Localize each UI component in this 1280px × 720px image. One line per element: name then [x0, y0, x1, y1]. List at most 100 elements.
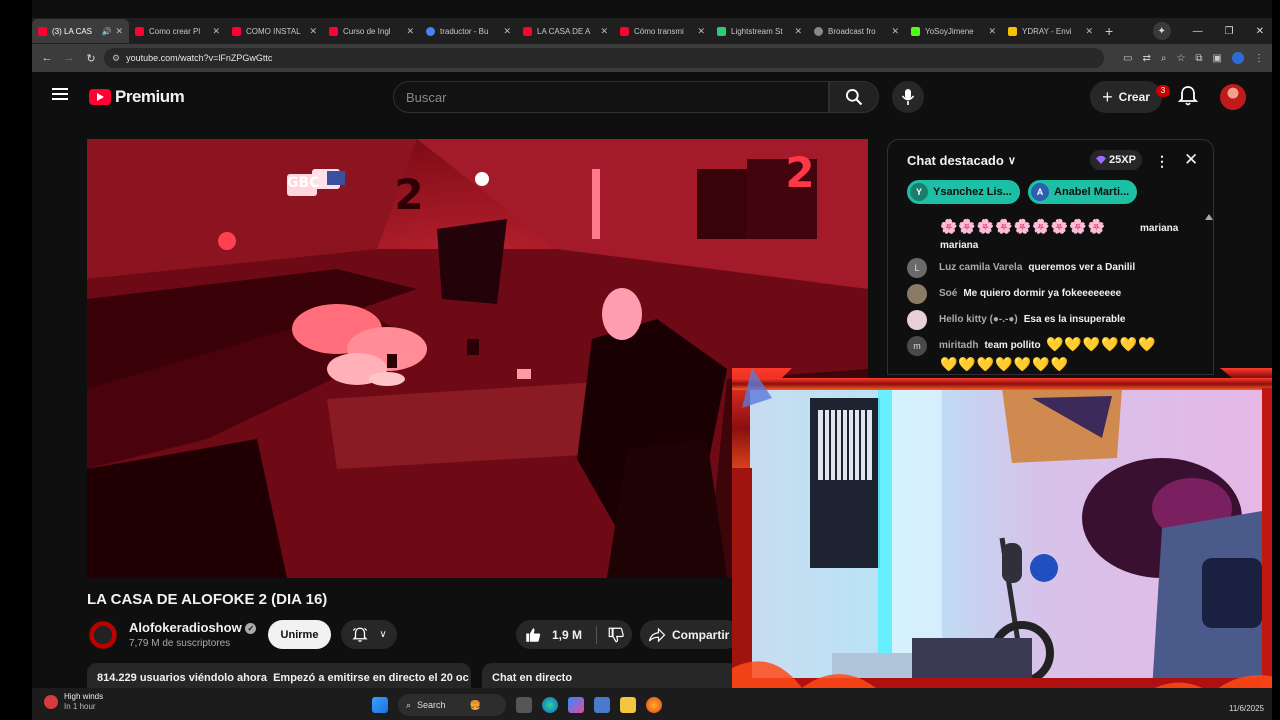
youtube-logo[interactable]: Premium: [89, 87, 185, 107]
close-tab-icon[interactable]: ✕: [1085, 26, 1093, 37]
xp-badge[interactable]: 25XP: [1090, 150, 1142, 170]
thumbs-down-icon[interactable]: [607, 626, 625, 644]
tab-como-crear[interactable]: Como crear Pl ✕: [129, 19, 226, 43]
close-window-icon[interactable]: ✕: [1256, 26, 1264, 37]
voice-search-button[interactable]: [892, 81, 924, 113]
donor-name: Anabel Marti...: [1054, 186, 1130, 198]
extensions-icon[interactable]: ⧉: [1195, 53, 1202, 64]
user-avatar: L: [907, 258, 927, 278]
new-tab-icon[interactable]: +: [1105, 23, 1113, 39]
close-tab-icon[interactable]: ✕: [212, 26, 220, 37]
join-button[interactable]: Unirme: [268, 620, 331, 649]
tab-kick[interactable]: YoSoyJimene ✕: [905, 19, 1002, 43]
subscription-bell-button[interactable]: ∨: [341, 620, 397, 649]
tab-traductor[interactable]: traductor - Bu ✕: [420, 19, 517, 43]
channel-name[interactable]: Alofokeradioshow ✓: [129, 620, 257, 635]
edge-icon[interactable]: [542, 697, 558, 713]
windows-start-icon[interactable]: [372, 697, 388, 713]
translate-icon[interactable]: ⇄: [1142, 53, 1150, 64]
copilot-icon[interactable]: [568, 697, 584, 713]
site-info-icon[interactable]: ⚙: [112, 53, 120, 64]
tab-broadcast[interactable]: Broadcast fro ✕: [808, 19, 905, 43]
close-tab-icon[interactable]: ✕: [115, 26, 123, 37]
youtube-header: Premium Buscar + Crear: [32, 72, 1272, 122]
stream-start-text: Empezó a emitirse en directo el 20 oc: [273, 672, 469, 684]
donor-avatar: Y: [910, 183, 928, 201]
chat-message: L Luz camila Varela queremos ver a Danili…: [907, 258, 1135, 278]
tab-como-transmitir[interactable]: Cómo transmi ✕: [614, 19, 711, 43]
chat-header-label: Chat destacado: [907, 153, 1004, 168]
bookmark-star-icon[interactable]: ☆: [1176, 53, 1185, 64]
youtube-icon: [620, 26, 629, 36]
windows-taskbar: High winds In 1 hour ⌕ Search 🍔 11/6/2025: [32, 688, 1280, 720]
gemini-icon[interactable]: ✦: [1152, 22, 1171, 40]
window-controls: ✦ — ❐ ✕: [1152, 18, 1264, 44]
pinned-donor-pill[interactable]: Y Ysanchez Lis...: [907, 180, 1020, 204]
weather-title: High winds: [64, 692, 104, 701]
close-tab-icon[interactable]: ✕: [697, 26, 705, 37]
url-field[interactable]: ⚙ youtube.com/watch?v=lFnZPGwGttc: [104, 48, 1104, 68]
maximize-icon[interactable]: ❐: [1225, 26, 1234, 37]
close-tab-icon[interactable]: ✕: [988, 26, 996, 37]
tab-como-instal[interactable]: COMO INSTAL ✕: [226, 19, 323, 43]
author-name[interactable]: Hello kitty (●-.-●): [939, 314, 1018, 325]
file-explorer-icon[interactable]: [620, 697, 636, 713]
close-tab-icon[interactable]: ✕: [794, 26, 802, 37]
tab-label: (3) LA CAS: [52, 26, 93, 36]
close-tab-icon[interactable]: ✕: [600, 26, 608, 37]
tab-label: Como crear Pl: [149, 26, 201, 36]
search-button[interactable]: [829, 81, 879, 113]
browser-menu-icon[interactable]: ⋮: [1254, 53, 1264, 64]
author-name[interactable]: miritadh: [939, 340, 978, 351]
sidepanel-icon[interactable]: ▣: [1213, 53, 1222, 64]
firefox-icon[interactable]: [646, 697, 662, 713]
close-chat-icon[interactable]: ✕: [1184, 150, 1198, 170]
like-button[interactable]: 1,9 M: [516, 620, 632, 649]
chat-message: Soé Me quiero dormir ya fokeeeeeeee: [907, 284, 1121, 304]
task-view-icon[interactable]: [516, 697, 532, 713]
menu-icon[interactable]: [52, 88, 68, 100]
scroll-up-icon[interactable]: [1205, 214, 1213, 220]
author-name[interactable]: Soé: [939, 288, 957, 299]
chat-more-icon[interactable]: ⋮: [1155, 153, 1169, 170]
tab-la-casa-active[interactable]: (3) LA CAS 🔊 ✕: [32, 19, 129, 43]
minimize-icon[interactable]: —: [1193, 26, 1203, 37]
back-icon[interactable]: ←: [36, 52, 58, 64]
live-chat-panel: Chat destacado ∨ 25XP ⋮ ✕ Y Ysanchez Lis..…: [887, 139, 1214, 375]
kick-icon: [911, 26, 920, 36]
tab-label: Cómo transmi: [634, 26, 684, 36]
chat-scrollbar[interactable]: [1205, 214, 1213, 370]
chat-mode-dropdown[interactable]: Chat destacado ∨: [907, 153, 1016, 168]
search-input[interactable]: Buscar: [393, 81, 829, 113]
message-text: team pollito: [984, 340, 1041, 351]
heart-emojis: 💛💛💛💛💛💛: [1046, 336, 1157, 352]
tab-curso-ingles[interactable]: Curso de Ingl ✕: [323, 19, 420, 43]
cast-icon[interactable]: ▭: [1123, 53, 1132, 64]
pinned-donor-pill[interactable]: A Anabel Marti...: [1028, 180, 1138, 204]
ydray-icon: [1008, 26, 1017, 36]
close-tab-icon[interactable]: ✕: [309, 26, 317, 37]
tab-la-casa-2[interactable]: LA CASA DE A ✕: [517, 19, 614, 43]
account-avatar[interactable]: [1220, 84, 1246, 110]
profile-icon[interactable]: [1232, 52, 1244, 64]
tab-ydray[interactable]: YDRAY - Envi ✕: [1002, 19, 1099, 43]
store-icon[interactable]: [594, 697, 610, 713]
gem-icon: [1096, 156, 1107, 164]
forward-icon[interactable]: →: [58, 52, 80, 64]
author-name[interactable]: Luz camila Varela: [939, 262, 1022, 273]
create-button[interactable]: + Crear: [1090, 81, 1162, 113]
notifications-button[interactable]: [1176, 84, 1200, 108]
shield-icon: [717, 26, 726, 36]
tab-label: LA CASA DE A: [537, 26, 591, 36]
share-button[interactable]: Compartir: [640, 620, 740, 649]
close-tab-icon[interactable]: ✕: [503, 26, 511, 37]
channel-avatar[interactable]: [87, 619, 119, 651]
tab-lightstream[interactable]: Lightstream St ✕: [711, 19, 808, 43]
close-tab-icon[interactable]: ✕: [891, 26, 899, 37]
weather-widget[interactable]: High winds In 1 hour: [44, 692, 103, 712]
share-label: Compartir: [672, 627, 730, 642]
taskbar-search[interactable]: ⌕ Search 🍔: [398, 694, 506, 716]
reload-icon[interactable]: ↻: [80, 52, 102, 65]
zoom-icon[interactable]: ⌕: [1161, 53, 1167, 64]
close-tab-icon[interactable]: ✕: [406, 26, 414, 37]
